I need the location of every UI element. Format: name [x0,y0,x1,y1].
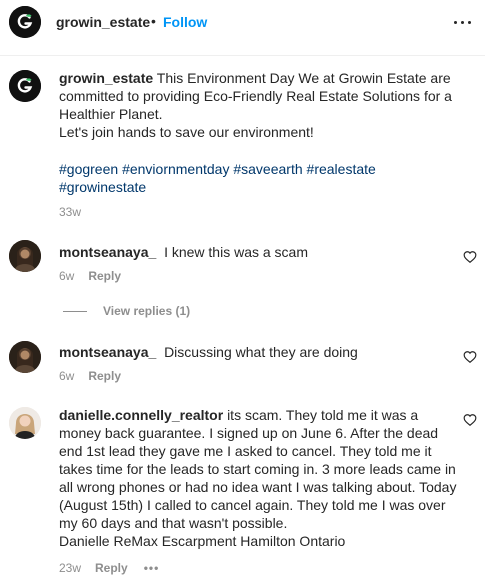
comment-text: montseanaya_ I knew this was a scam [59,243,459,261]
hashtag-link[interactable]: #enviornmentday [122,161,229,177]
post-header: growin_estate • Follow [0,0,485,44]
avatar-photo [9,341,41,373]
follow-button[interactable]: Follow [163,14,207,30]
comment-timestamp[interactable]: 6w [59,269,74,283]
comment-username[interactable]: danielle.connelly_realtor [59,407,223,423]
more-options-icon[interactable] [453,14,473,30]
reply-button[interactable]: Reply [95,561,128,575]
header-username[interactable]: growin_estate [56,14,150,30]
growin-logo-icon [9,70,41,102]
comment-timestamp[interactable]: 6w [59,369,74,383]
comment-meta: 6w Reply [59,269,121,283]
caption-hashtags: #gogreen #enviornmentday #saveearth #rea… [59,160,473,196]
commenter-avatar[interactable] [9,407,41,439]
comment-body: its scam. They told me it was a money ba… [59,407,457,531]
comment-meta: 6w Reply [59,369,121,383]
header-separator: • [151,13,156,29]
heart-icon[interactable] [463,250,477,264]
caption-timestamp[interactable]: 33w [59,205,81,219]
view-replies-label: View replies (1) [103,304,191,318]
hashtag-link[interactable]: #saveearth [233,161,302,177]
comment-body: Discussing what they are doing [164,344,358,360]
comment-timestamp[interactable]: 23w [59,561,81,575]
reply-button[interactable]: Reply [88,269,121,283]
caption-username[interactable]: growin_estate [59,70,153,86]
comment-signature: Danielle ReMax Escarpment Hamilton Ontar… [59,533,346,549]
comment-username[interactable]: montseanaya_ [59,344,156,360]
growin-logo-icon [9,6,41,38]
comment-username[interactable]: montseanaya_ [59,244,156,260]
caption-body-line2: Let's join hands to save our environment… [59,124,314,140]
comment-text: montseanaya_ Discussing what they are do… [59,343,459,361]
comment-body: I knew this was a scam [164,244,308,260]
replies-line [63,311,87,313]
heart-icon[interactable] [463,413,477,427]
hashtag-link[interactable]: #gogreen [59,161,118,177]
commenter-avatar[interactable] [9,240,41,272]
hashtag-link[interactable]: #growinestate [59,179,146,195]
avatar-photo [9,240,41,272]
comment-text: danielle.connelly_realtor its scam. They… [59,406,463,550]
header-divider [0,55,485,56]
caption-avatar[interactable] [9,70,41,102]
reply-button[interactable]: Reply [88,369,121,383]
heart-icon[interactable] [463,350,477,364]
growin-estate-avatar[interactable] [9,6,41,38]
avatar-photo [9,407,41,439]
commenter-avatar[interactable] [9,341,41,373]
view-replies-button[interactable]: View replies (1) [63,304,190,318]
hashtag-link[interactable]: #realestate [307,161,376,177]
comment-meta: 23w Reply ••• [59,561,159,575]
comment-options-icon[interactable]: ••• [144,561,160,575]
caption-text: growin_estate This Environment Day We at… [59,69,473,141]
